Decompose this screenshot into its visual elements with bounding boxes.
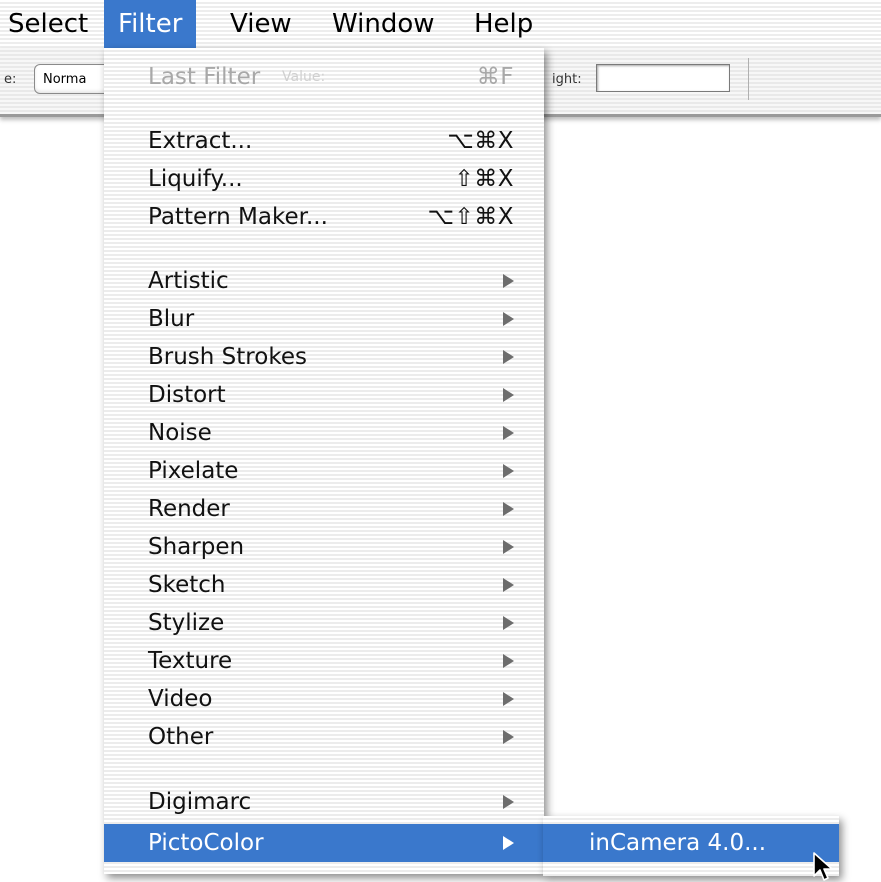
menu-item-label: Liquify...: [148, 166, 243, 192]
menu-item-artistic[interactable]: Artistic: [104, 262, 544, 300]
menu-item-liquify[interactable]: Liquify... ⇧⌘X: [104, 160, 544, 198]
submenu-arrow-icon: [503, 836, 514, 850]
menu-item-label: Last Filter: [148, 64, 261, 90]
menu-item-other[interactable]: Other: [104, 718, 544, 756]
menu-item-blur[interactable]: Blur: [104, 300, 544, 338]
submenu-arrow-icon: [503, 502, 514, 516]
pictocolor-submenu: inCamera 4.0...: [543, 816, 839, 876]
menu-item-digimarc[interactable]: Digimarc: [104, 783, 544, 821]
menu-item-shortcut: ⌥⌘X: [447, 128, 514, 154]
menu-bar: Select Filter View Window Help: [0, 0, 881, 49]
menu-item-label: Extract...: [148, 128, 253, 154]
menu-item-render[interactable]: Render: [104, 490, 544, 528]
submenu-item-incamera[interactable]: inCamera 4.0...: [543, 824, 839, 862]
menu-item-label: Blur: [148, 306, 195, 332]
submenu-item-label: inCamera 4.0...: [589, 830, 767, 856]
menu-item-stylize[interactable]: Stylize: [104, 604, 544, 642]
menu-view[interactable]: View: [216, 0, 306, 48]
menu-item-label: Render: [148, 496, 230, 522]
menu-filter[interactable]: Filter: [104, 0, 197, 48]
menu-item-last-filter: Last Filter Value: ⌘F: [104, 58, 544, 96]
menu-item-noise[interactable]: Noise: [104, 414, 544, 452]
menu-item-label: Pixelate: [148, 458, 239, 484]
menu-item-label: Noise: [148, 420, 212, 446]
ghost-value-label: Value:: [282, 69, 326, 85]
submenu-arrow-icon: [503, 692, 514, 706]
menu-item-label: Distort: [148, 382, 226, 408]
menu-item-label: Video: [148, 686, 213, 712]
menu-item-label: Pattern Maker...: [148, 204, 328, 230]
menu-item-label: Digimarc: [148, 789, 252, 815]
height-label: ight:: [552, 72, 582, 87]
submenu-arrow-icon: [503, 312, 514, 326]
height-input[interactable]: [596, 64, 730, 92]
menu-item-distort[interactable]: Distort: [104, 376, 544, 414]
menu-item-brush-strokes[interactable]: Brush Strokes: [104, 338, 544, 376]
submenu-arrow-icon: [503, 654, 514, 668]
submenu-arrow-icon: [503, 464, 514, 478]
menu-item-label: Other: [148, 724, 214, 750]
menu-item-video[interactable]: Video: [104, 680, 544, 718]
menu-item-label: Texture: [148, 648, 233, 674]
menu-item-extract[interactable]: Extract... ⌥⌘X: [104, 122, 544, 160]
toolbar-divider: [748, 58, 749, 100]
menu-item-shortcut: ⌘F: [476, 64, 514, 90]
menu-item-sharpen[interactable]: Sharpen: [104, 528, 544, 566]
menu-item-label: Brush Strokes: [148, 344, 307, 370]
mouse-pointer-icon: [813, 852, 833, 881]
menu-item-pixelate[interactable]: Pixelate: [104, 452, 544, 490]
menu-item-sketch[interactable]: Sketch: [104, 566, 544, 604]
submenu-arrow-icon: [503, 274, 514, 288]
submenu-arrow-icon: [503, 540, 514, 554]
menu-item-label: Artistic: [148, 268, 229, 294]
submenu-arrow-icon: [503, 388, 514, 402]
menu-select[interactable]: Select: [0, 0, 102, 48]
submenu-arrow-icon: [503, 578, 514, 592]
menu-item-pattern-maker[interactable]: Pattern Maker... ⌥⇧⌘X: [104, 198, 544, 236]
submenu-arrow-icon: [503, 795, 514, 809]
style-label: e:: [4, 72, 17, 87]
style-select[interactable]: Norma: [34, 64, 110, 94]
menu-item-label: PictoColor: [148, 830, 264, 856]
menu-item-label: Sharpen: [148, 534, 245, 560]
submenu-arrow-icon: [503, 426, 514, 440]
filter-menu-dropdown: Last Filter Value: ⌘F Extract... ⌥⌘X Liq…: [104, 48, 544, 874]
menu-item-label: Stylize: [148, 610, 225, 636]
menu-help[interactable]: Help: [460, 0, 547, 48]
menu-item-label: Sketch: [148, 572, 226, 598]
menu-item-shortcut: ⇧⌘X: [454, 166, 514, 192]
menu-item-texture[interactable]: Texture: [104, 642, 544, 680]
submenu-arrow-icon: [503, 730, 514, 744]
menu-window[interactable]: Window: [318, 0, 449, 48]
submenu-arrow-icon: [503, 350, 514, 364]
submenu-arrow-icon: [503, 616, 514, 630]
menu-item-pictocolor[interactable]: PictoColor: [104, 824, 544, 862]
menu-item-shortcut: ⌥⇧⌘X: [427, 204, 514, 230]
